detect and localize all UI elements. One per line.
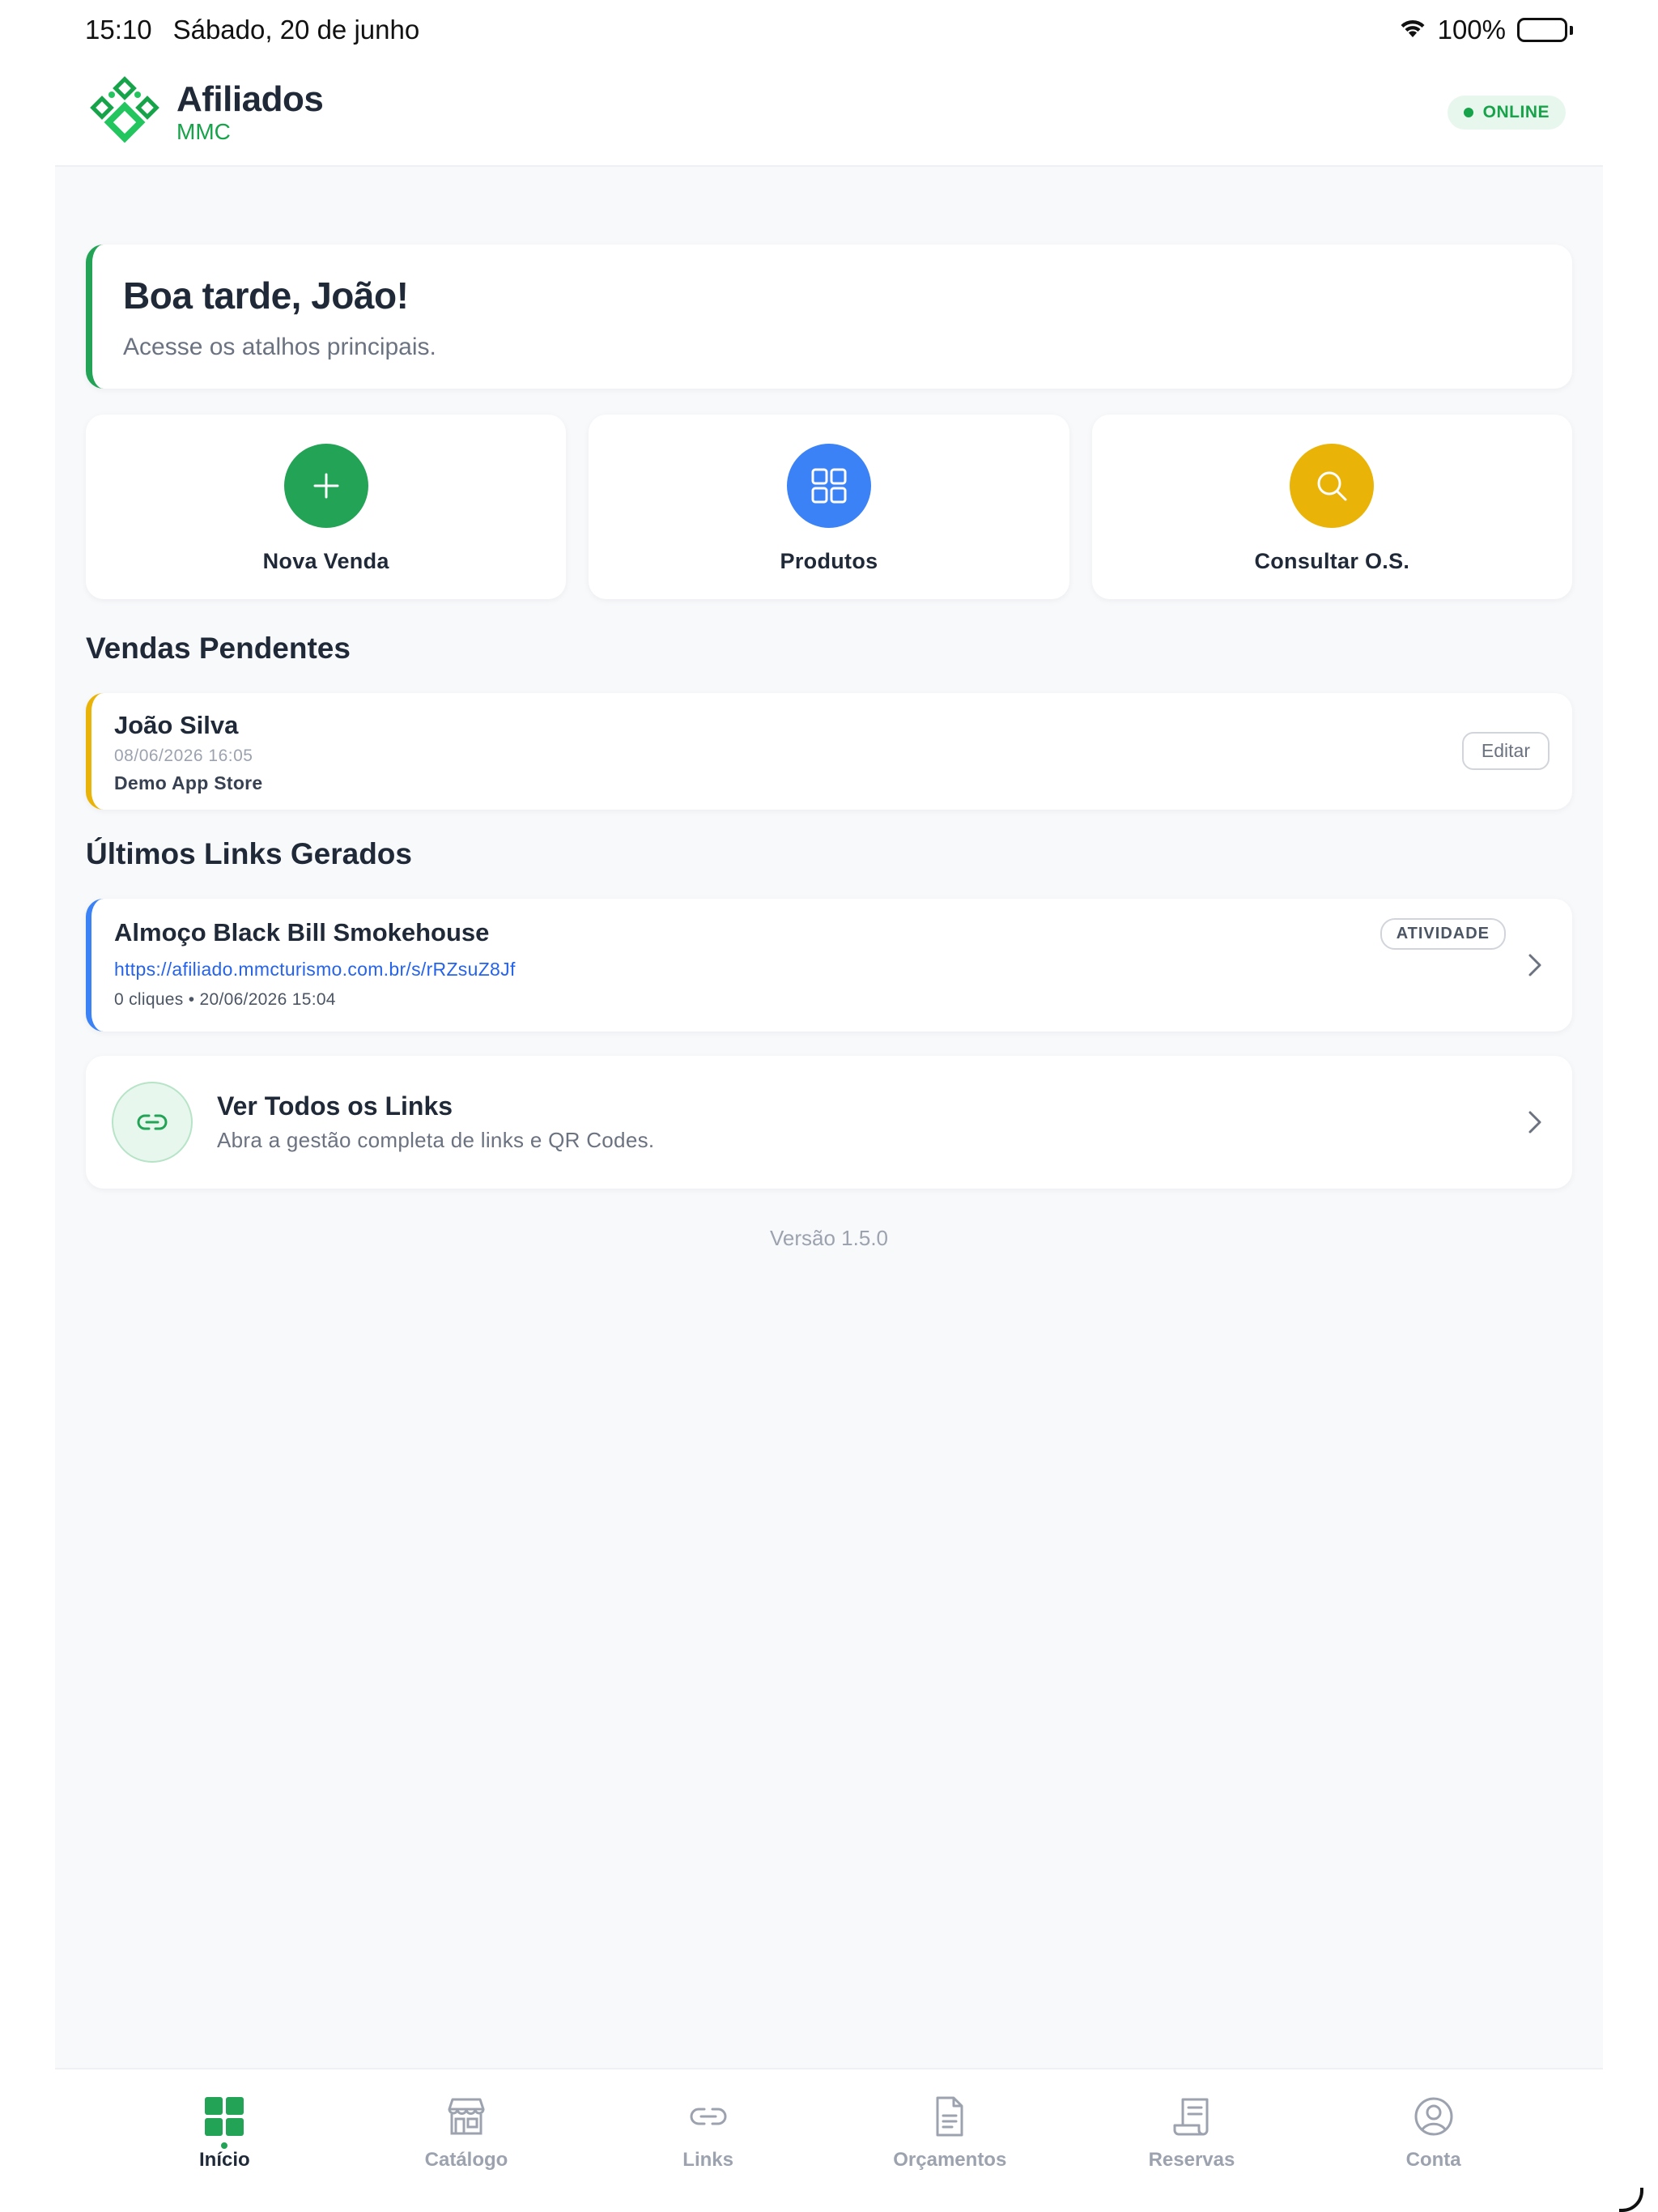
links-section-title: Últimos Links Gerados [86, 837, 412, 870]
shortcut-label: Nova Venda [262, 549, 389, 573]
active-tab-indicator [221, 2142, 228, 2149]
screen-corner [1619, 2188, 1643, 2212]
tab-label: Catálogo [424, 2149, 508, 2171]
app-header: Afiliados MMC ONLINE [55, 60, 1603, 167]
greeting-card: Boa tarde, João! Acesse os atalhos princ… [86, 245, 1572, 389]
document-icon [927, 2094, 972, 2139]
status-time: 15:10 [85, 15, 152, 45]
store-icon [444, 2094, 489, 2139]
pending-store: Demo App Store [114, 772, 263, 793]
greeting-title: Boa tarde, João! [123, 274, 409, 317]
online-dot-icon [1463, 108, 1473, 117]
grid-icon [786, 444, 871, 528]
tab-label: Início [198, 2149, 250, 2171]
shortcut-label: Produtos [780, 549, 878, 573]
shortcut-label: Consultar O.S. [1254, 549, 1410, 573]
link-icon [112, 1082, 193, 1163]
search-icon [1290, 444, 1375, 528]
status-right: 100% [1399, 15, 1573, 45]
brand-text: Afiliados MMC [176, 79, 324, 144]
tab-inicio[interactable]: Início [143, 2094, 305, 2212]
tab-catalogo[interactable]: Catálogo [385, 2094, 547, 2212]
view-all-links-subtitle: Abra a gestão completa de links e QR Cod… [217, 1128, 655, 1152]
wifi-icon [1399, 15, 1426, 45]
shortcut-produtos[interactable]: Produtos [589, 415, 1069, 599]
battery-percentage: 100% [1437, 15, 1506, 45]
link-type-badge: ATIVIDADE [1380, 918, 1506, 950]
pending-section-title: Vendas Pendentes [86, 632, 351, 665]
tab-links[interactable]: Links [627, 2094, 789, 2212]
status-left: 15:10 Sábado, 20 de junho [85, 15, 419, 45]
shortcut-nova-venda[interactable]: Nova Venda [86, 415, 567, 599]
bottom-tab-bar: Início Catálogo Links Orçamentos Reserva… [55, 2068, 1603, 2212]
user-circle-icon [1411, 2094, 1456, 2139]
online-status-label: ONLINE [1482, 103, 1550, 121]
tab-label: Links [682, 2149, 733, 2171]
pending-sale-item[interactable]: João Silva 08/06/2026 16:05 Demo App Sto… [86, 693, 1572, 810]
link-meta: 0 cliques • 20/06/2026 15:04 [114, 990, 336, 1009]
chevron-right-icon [1528, 954, 1541, 976]
tab-reservas[interactable]: Reservas [1111, 2094, 1273, 2212]
main-content[interactable]: Boa tarde, João! Acesse os atalhos princ… [55, 167, 1603, 2068]
home-grid-icon [202, 2094, 247, 2139]
plus-icon [283, 444, 368, 528]
view-all-links-text: Ver Todos os Links Abra a gestão complet… [217, 1091, 654, 1153]
recent-link-item[interactable]: Almoço Black Bill Smokehouse https://afi… [86, 899, 1572, 1032]
shortcuts-row: Nova Venda Produtos Consultar O.S. [86, 415, 1572, 599]
app-subtitle: MMC [176, 119, 231, 144]
tab-label: Conta [1405, 2149, 1461, 2171]
pending-date: 08/06/2026 16:05 [114, 747, 253, 765]
shortcut-consultar-os[interactable]: Consultar O.S. [1091, 415, 1572, 599]
tab-label: Orçamentos [893, 2149, 1007, 2171]
tab-label: Reservas [1148, 2149, 1235, 2171]
battery-icon [1517, 18, 1573, 42]
greeting-subtitle: Acesse os atalhos principais. [123, 334, 436, 360]
online-status-badge: ONLINE [1447, 96, 1566, 130]
status-bar: 15:10 Sábado, 20 de junho 100% [0, 0, 1658, 60]
view-all-links-title: Ver Todos os Links [217, 1091, 453, 1121]
link-title: Almoço Black Bill Smokehouse [114, 918, 490, 946]
app-title: Afiliados [176, 79, 324, 119]
receipt-icon [1169, 2094, 1214, 2139]
tab-conta[interactable]: Conta [1353, 2094, 1515, 2212]
link-url[interactable]: https://afiliado.mmcturismo.com.br/s/rRZ… [114, 959, 1572, 981]
app-version: Versão 1.5.0 [770, 1226, 888, 1250]
pending-customer-name: João Silva [114, 711, 239, 739]
tab-orcamentos[interactable]: Orçamentos [869, 2094, 1031, 2212]
app-screen: 15:10 Sábado, 20 de junho 100% Afiliados… [0, 0, 1658, 2212]
link-icon [686, 2094, 731, 2139]
view-all-links-button[interactable]: Ver Todos os Links Abra a gestão complet… [86, 1056, 1572, 1189]
brand-logo-icon [89, 75, 160, 151]
status-date: Sábado, 20 de junho [172, 15, 420, 45]
chevron-right-icon [1528, 1111, 1541, 1134]
brand[interactable]: Afiliados MMC [89, 75, 324, 151]
edit-button[interactable]: Editar [1461, 732, 1550, 770]
